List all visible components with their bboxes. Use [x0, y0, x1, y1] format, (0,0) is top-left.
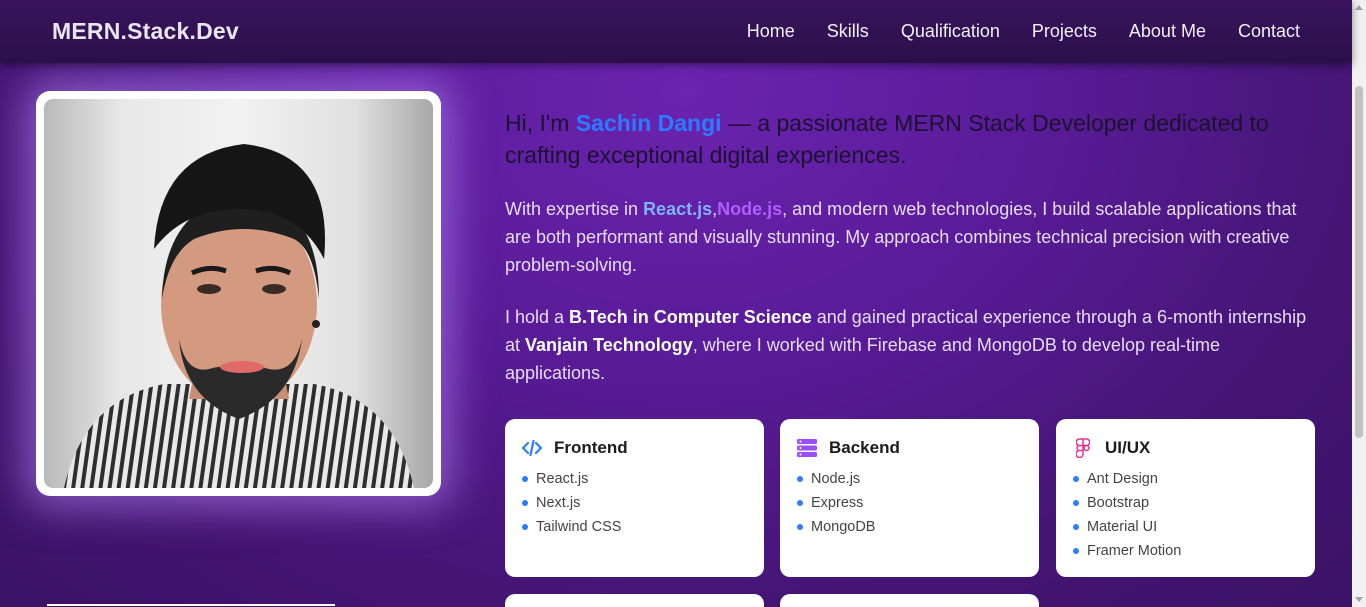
- skill-card-frontend: Frontend React.js Next.js Tailwind CSS: [505, 419, 764, 577]
- skill-item: Tailwind CSS: [521, 515, 748, 539]
- developer-name: Sachin Dangi: [575, 110, 722, 136]
- tech-node: Node.js: [717, 199, 783, 219]
- card-title: Frontend: [554, 438, 628, 457]
- scrollbar-thumb[interactable]: [1355, 86, 1363, 438]
- about-paragraph-education: I hold a B.Tech in Computer Science and …: [505, 303, 1320, 387]
- skill-item: Bootstrap: [1072, 491, 1299, 515]
- tech-react: React.js: [643, 199, 713, 219]
- server-icon: [796, 437, 818, 459]
- skill-item: Node.js: [796, 467, 1023, 491]
- skill-item: MongoDB: [796, 515, 1023, 539]
- scroll-up-icon[interactable]: [1355, 5, 1363, 10]
- scroll-down-icon[interactable]: [1355, 597, 1363, 602]
- degree: B.Tech in Computer Science: [569, 307, 812, 327]
- skill-item: Next.js: [521, 491, 748, 515]
- skill-card-next-row: [780, 594, 1039, 607]
- nav-skills[interactable]: Skills: [827, 21, 869, 42]
- skill-card-backend: Backend Node.js Express MongoDB: [780, 419, 1039, 577]
- skill-card-next-row: [505, 594, 764, 607]
- intro-heading: Hi, I'm Sachin Dangi — a passionate MERN…: [505, 107, 1325, 171]
- nav-about-me[interactable]: About Me: [1129, 21, 1206, 42]
- nav-contact[interactable]: Contact: [1238, 21, 1300, 42]
- code-icon: [521, 437, 543, 459]
- skill-item: Express: [796, 491, 1023, 515]
- divider: [47, 604, 335, 606]
- profile-photo-illustration: [64, 144, 414, 488]
- nav-qualification[interactable]: Qualification: [901, 21, 1000, 42]
- nav-projects[interactable]: Projects: [1032, 21, 1097, 42]
- p1-prefix: With expertise in: [505, 199, 644, 219]
- skill-item: Material UI: [1072, 515, 1299, 539]
- p2-prefix: I hold a: [505, 307, 570, 327]
- page-scrollbar[interactable]: [1352, 0, 1366, 607]
- nav-links: Home Skills Qualification Projects About…: [747, 21, 1300, 42]
- skill-card-uiux: UI/UX Ant Design Bootstrap Material UI F…: [1056, 419, 1315, 577]
- figma-icon: [1072, 437, 1094, 459]
- nav-home[interactable]: Home: [747, 21, 795, 42]
- skill-item: Ant Design: [1072, 467, 1299, 491]
- navbar: MERN.Stack.Dev Home Skills Qualification…: [0, 0, 1352, 63]
- card-title: UI/UX: [1105, 438, 1151, 457]
- card-title: Backend: [829, 438, 900, 457]
- profile-photo-frame: [36, 91, 441, 496]
- intro-prefix: Hi, I'm: [505, 110, 576, 136]
- skill-item: Framer Motion: [1072, 539, 1299, 563]
- profile-photo: [44, 99, 433, 488]
- skill-item: React.js: [521, 467, 748, 491]
- about-paragraph-expertise: With expertise in React.js,Node.js, and …: [505, 195, 1320, 279]
- brand-logo[interactable]: MERN.Stack.Dev: [52, 18, 239, 45]
- company: Vanjain Technology: [525, 335, 693, 355]
